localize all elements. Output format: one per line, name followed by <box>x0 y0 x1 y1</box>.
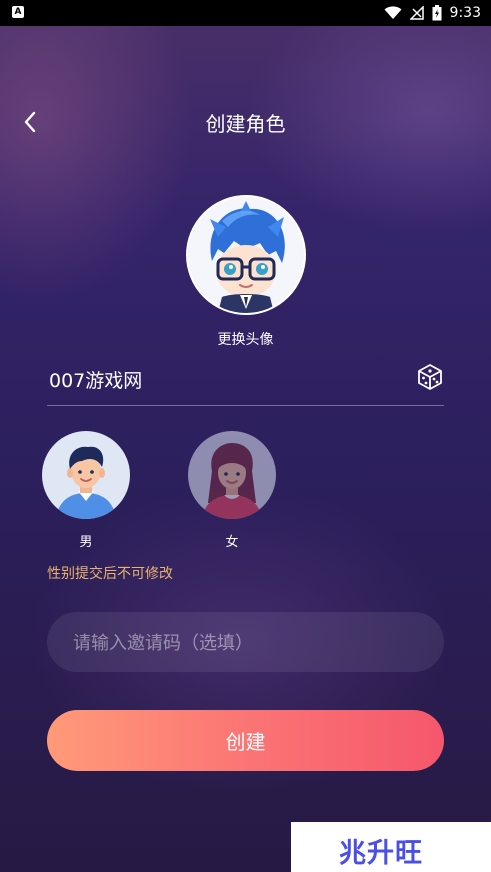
gender-label-female: 女 <box>225 535 239 550</box>
battery-icon <box>432 5 442 21</box>
status-bar: A 9:33 <box>0 0 491 26</box>
gender-option-male[interactable]: 男 <box>41 431 131 550</box>
page-title: 创建角色 <box>205 112 286 136</box>
invite-code-field[interactable] <box>47 612 444 674</box>
name-field[interactable]: 007游戏网 <box>47 360 444 406</box>
avatar[interactable] <box>186 195 306 315</box>
male-avatar <box>42 431 130 519</box>
name-input-value[interactable]: 007游戏网 <box>49 366 142 393</box>
signal-icon <box>409 6 424 20</box>
gender-label-male: 男 <box>79 535 93 550</box>
gender-note: 性别提交后不可修改 <box>47 566 173 582</box>
gender-option-female[interactable]: 女 <box>187 431 277 550</box>
watermark: 兆升旺 <box>291 822 491 872</box>
watermark-text: 兆升旺 <box>339 838 423 869</box>
female-avatar-icon <box>188 431 276 519</box>
clock: 9:33 <box>449 5 481 21</box>
app-notification-icon: A <box>12 6 24 18</box>
female-avatar <box>188 431 276 519</box>
random-name-button[interactable] <box>416 363 444 391</box>
character-avatar-image <box>188 197 304 313</box>
create-button[interactable]: 创建 <box>47 710 444 771</box>
dice-icon <box>418 364 442 390</box>
male-avatar-icon <box>42 431 130 519</box>
status-icons: 9:33 <box>384 0 481 26</box>
wifi-icon <box>384 6 402 19</box>
invite-code-input[interactable] <box>71 612 425 674</box>
change-avatar-link[interactable]: 更换头像 <box>0 329 491 349</box>
